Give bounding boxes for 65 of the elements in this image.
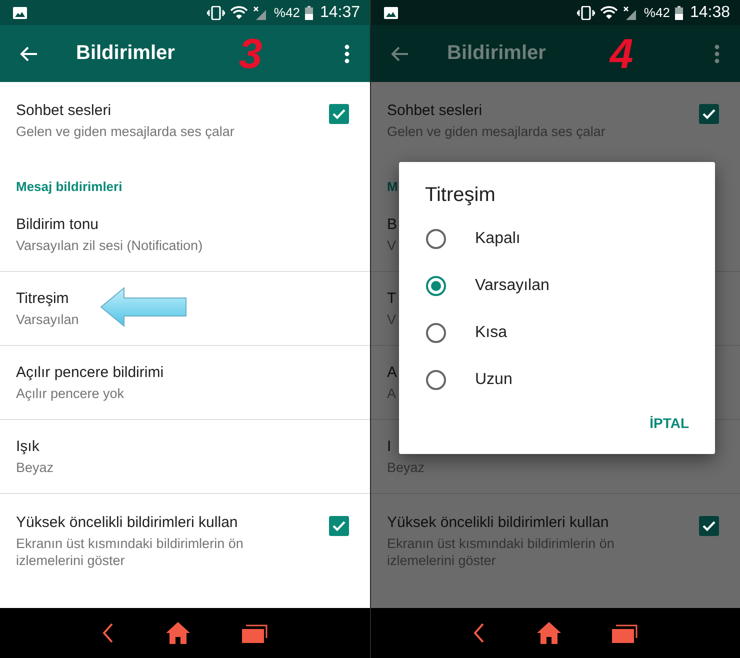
more-menu-icon[interactable] <box>344 44 350 64</box>
wifi-icon <box>230 6 248 19</box>
back-icon[interactable] <box>102 623 114 643</box>
check-icon <box>332 520 346 532</box>
battery-icon <box>674 6 683 20</box>
checkbox[interactable] <box>699 516 719 536</box>
recent-apps-icon[interactable] <box>612 623 638 643</box>
image-icon <box>384 6 398 18</box>
setting-summary: Gelen ve giden mesajlarda ses çalar <box>387 123 606 140</box>
check-icon <box>702 108 716 120</box>
step-number: 3 <box>238 32 262 74</box>
battery-percent: %42 <box>274 5 300 20</box>
radio-button[interactable] <box>426 228 446 248</box>
checkbox[interactable] <box>329 516 349 536</box>
setting-summary: Ekranın üst kısmındaki bildirimlerin ön izlemelerini göster <box>387 535 616 569</box>
screen-title: Bildirimler <box>447 42 546 65</box>
check-icon <box>332 108 346 120</box>
radio-option[interactable]: Kapalı <box>399 215 715 262</box>
radio-option[interactable]: Uzun <box>399 356 715 403</box>
radio-button[interactable] <box>426 276 446 296</box>
dialog-title: Titreşim <box>425 184 496 207</box>
setting-title[interactable]: Sohbet sesleri <box>387 102 482 119</box>
back-icon[interactable] <box>472 623 485 643</box>
setting-title[interactable]: Bildirim tonu <box>16 216 99 232</box>
checkbox[interactable] <box>699 104 719 124</box>
setting-summary: Beyaz <box>387 458 425 476</box>
recent-apps-icon[interactable] <box>242 623 268 643</box>
setting-title[interactable]: Işık <box>16 438 40 454</box>
setting-summary: Varsayılan <box>16 310 79 328</box>
status-time: 14:38 <box>690 4 730 22</box>
setting-title[interactable]: Yüksek öncelikli bildirimleri kullan <box>387 514 609 531</box>
check-icon <box>702 520 716 532</box>
battery-percent: %42 <box>644 5 670 20</box>
status-time: 14:37 <box>320 4 360 22</box>
image-icon <box>13 6 27 18</box>
radio-option[interactable]: Kısa <box>399 309 715 356</box>
wifi-icon <box>600 6 618 19</box>
radio-option[interactable]: Varsayılan <box>399 262 715 309</box>
setting-summary: Varsayılan zil sesi (Notification) <box>16 236 203 254</box>
setting-title[interactable]: Sohbet sesleri <box>16 102 112 119</box>
more-menu-icon[interactable] <box>714 44 720 64</box>
screen-title: Bildirimler <box>76 42 175 65</box>
section-header: M <box>387 179 398 194</box>
home-icon[interactable] <box>536 622 560 644</box>
section-header: Mesaj bildirimleri <box>16 179 122 194</box>
pointer-arrow-icon <box>100 287 188 327</box>
vibrate-icon <box>576 6 595 20</box>
setting-title[interactable]: Titreşim <box>16 290 69 306</box>
setting-summary: Ekranın üst kısmındaki bildirimlerin ön izlemelerini göster <box>16 535 244 569</box>
checkbox[interactable] <box>329 104 349 124</box>
setting-title[interactable]: Yüksek öncelikli bildirimleri kullan <box>16 514 238 531</box>
vibrate-icon <box>206 6 225 20</box>
setting-title[interactable]: Açılır pencere bildirimi <box>16 364 164 380</box>
setting-summary: Beyaz <box>16 458 54 476</box>
back-arrow-icon[interactable] <box>391 46 409 62</box>
cancel-button[interactable]: İPTAL <box>644 409 695 437</box>
setting-summary: Açılır pencere yok <box>16 384 124 402</box>
signal-icon <box>622 6 637 20</box>
home-icon[interactable] <box>166 622 190 644</box>
radio-button[interactable] <box>426 370 446 390</box>
radio-button[interactable] <box>426 322 446 342</box>
step-number: 4 <box>610 32 634 74</box>
setting-summary: Gelen ve giden mesajlarda ses çalar <box>16 123 234 140</box>
battery-icon <box>304 6 313 20</box>
signal-icon <box>252 6 267 20</box>
